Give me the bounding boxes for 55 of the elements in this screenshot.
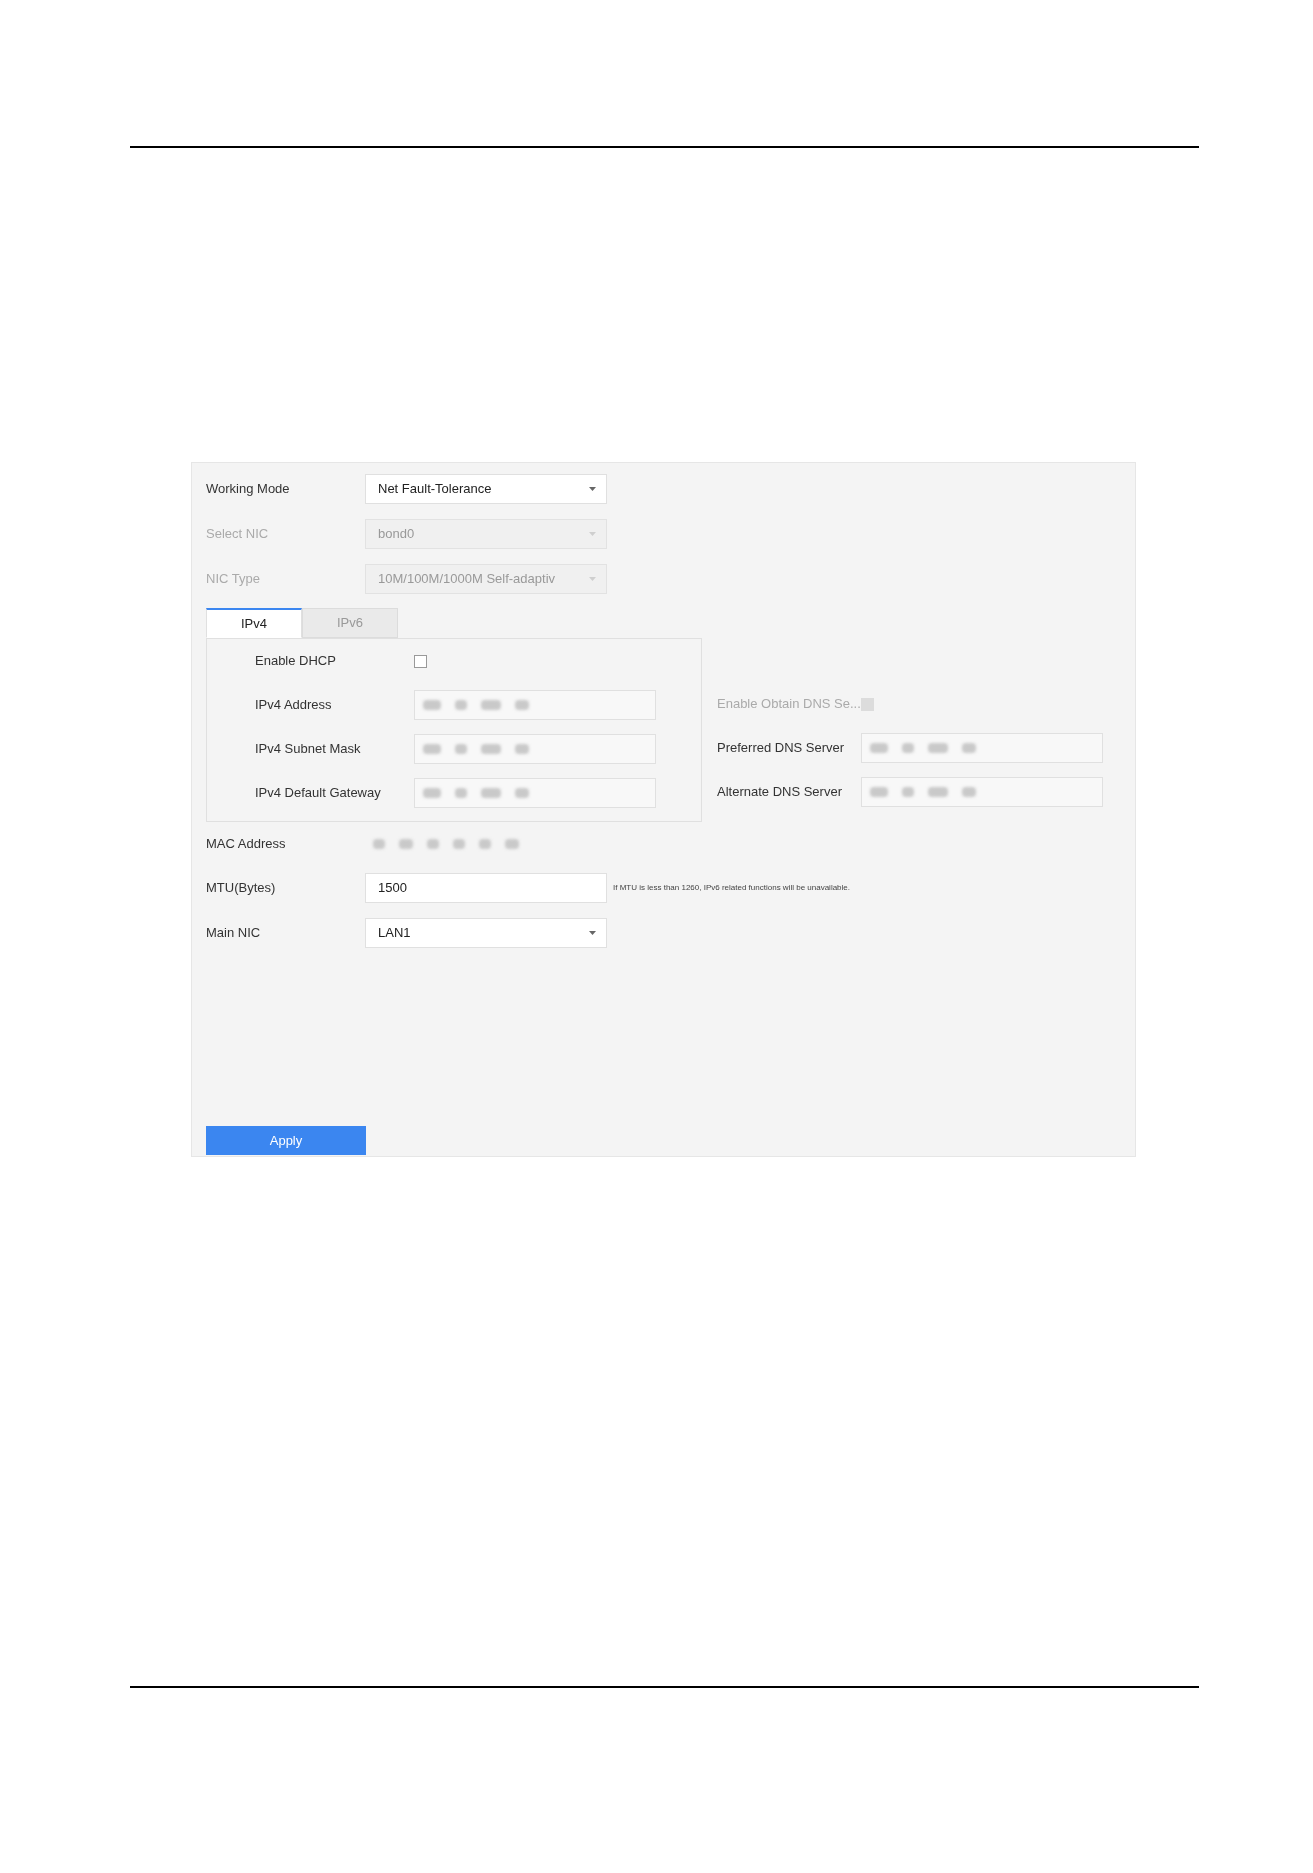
field-label: IPv4 Default Gateway bbox=[255, 784, 382, 803]
caret-icon bbox=[589, 576, 596, 581]
input-field[interactable] bbox=[861, 733, 1103, 763]
blurred-value bbox=[870, 787, 888, 797]
blurred-value bbox=[870, 743, 888, 753]
blurred-value bbox=[481, 700, 501, 710]
field-label: MTU(Bytes) bbox=[206, 878, 277, 897]
input-field[interactable] bbox=[414, 778, 656, 808]
field-label: Enable Obtain DNS Se... bbox=[717, 695, 861, 714]
field-label: Working Mode bbox=[206, 479, 291, 498]
blurred-value bbox=[481, 788, 501, 798]
blurred-value bbox=[423, 744, 441, 754]
field-label: Alternate DNS Server bbox=[717, 783, 843, 802]
field-label: MAC Address bbox=[206, 834, 287, 853]
blurred-value bbox=[453, 838, 465, 849]
blurred-value bbox=[455, 700, 467, 710]
field-label: NIC Type bbox=[206, 569, 261, 588]
blurred-value bbox=[373, 838, 385, 849]
blurred-value bbox=[928, 743, 948, 753]
field-label: IPv4 Address bbox=[255, 696, 333, 715]
blurred-value bbox=[481, 744, 501, 754]
hint-text: If MTU is less than 1260, IPv6 related functions will be unavailable. bbox=[613, 881, 850, 894]
input-field[interactable] bbox=[414, 734, 656, 764]
blurred-value bbox=[902, 787, 914, 797]
field-label: Select NIC bbox=[206, 524, 270, 543]
blurred-value bbox=[423, 788, 441, 798]
caret-icon bbox=[589, 930, 596, 935]
input-field[interactable] bbox=[414, 690, 656, 720]
field-label: Preferred DNS Server bbox=[717, 739, 846, 758]
blurred-value bbox=[962, 743, 976, 753]
blurred-value bbox=[902, 743, 914, 753]
field-label: Main NIC bbox=[206, 923, 262, 942]
checkbox[interactable] bbox=[414, 654, 427, 668]
blurred-value bbox=[928, 787, 948, 797]
input-field[interactable] bbox=[861, 777, 1103, 807]
dropdown[interactable]: LAN1 bbox=[365, 917, 607, 948]
dropdown[interactable]: Net Fault-Tolerance bbox=[365, 473, 607, 504]
field-label: IPv4 Subnet Mask bbox=[255, 740, 362, 759]
blurred-value bbox=[399, 838, 413, 849]
field-label: Enable DHCP bbox=[255, 652, 337, 671]
input-field[interactable]: 1500 bbox=[365, 872, 607, 903]
blurred-value bbox=[505, 838, 519, 849]
tab[interactable]: IPv4 bbox=[206, 608, 302, 638]
blurred-value bbox=[423, 700, 441, 710]
blurred-value bbox=[515, 788, 529, 798]
blurred-value bbox=[515, 744, 529, 754]
caret-icon bbox=[589, 486, 596, 491]
caret-icon bbox=[589, 531, 596, 536]
blurred-value bbox=[455, 788, 467, 798]
blurred-value bbox=[455, 744, 467, 754]
apply-button[interactable]: Apply bbox=[206, 1126, 366, 1155]
blurred-value bbox=[479, 838, 491, 849]
blurred-value bbox=[515, 700, 529, 710]
blurred-value bbox=[427, 838, 439, 849]
blurred-value bbox=[962, 787, 976, 797]
